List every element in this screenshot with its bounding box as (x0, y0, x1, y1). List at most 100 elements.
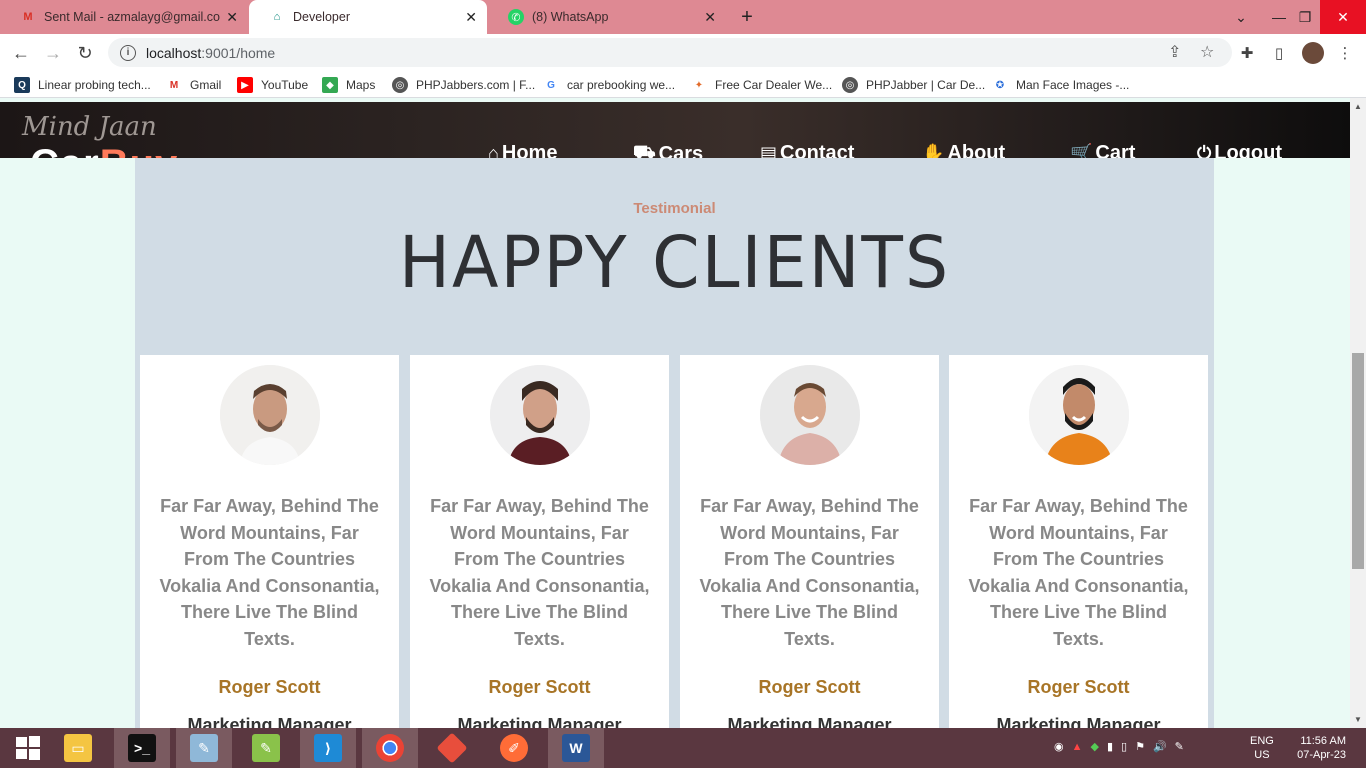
dell-icon[interactable]: ◉ (1054, 740, 1064, 753)
nav-contact[interactable]: ▤ Contact (760, 142, 854, 158)
site-info-icon[interactable]: i (120, 44, 136, 61)
vscode-icon: ⟩ (314, 734, 342, 762)
close-window-button[interactable]: ✕ (1320, 0, 1366, 34)
client-name: Roger Scott (488, 677, 591, 697)
taskbar-notepad-plus[interactable]: ✎ (238, 728, 294, 768)
pen-icon[interactable]: ✎ (1175, 740, 1184, 753)
face-icon: ✪ (995, 79, 1005, 91)
flag-icon[interactable]: ⚑ (1135, 740, 1145, 753)
reload-button[interactable]: ↻ (72, 40, 98, 66)
bookmark-item[interactable]: ◆ Maps (322, 75, 375, 95)
close-tab-icon[interactable]: ✕ (465, 9, 477, 26)
client-role: Marketing Manager (996, 715, 1161, 728)
taskbar-clock[interactable]: 11:56 AM 07-Apr-23 (1290, 734, 1346, 762)
chrome-icon (376, 734, 404, 762)
antivirus-icon[interactable]: ▲ (1072, 741, 1083, 753)
site-header: Mind Jaan CarBuy ⌂Home ⛟Cars ▤Contact ✋A… (0, 102, 1350, 158)
testimonial-quote: Far Far Away, Behind The Word Mountains,… (429, 496, 650, 649)
testimonial-card: Far Far Away, Behind The Word Mountains,… (410, 355, 669, 728)
input-language[interactable]: ENG US (1250, 734, 1274, 762)
globe-icon: ◎ (392, 77, 408, 93)
close-tab-icon[interactable]: ✕ (704, 9, 716, 26)
taskbar-vscode[interactable]: ⟩ (300, 728, 356, 768)
testimonial-card: Far Far Away, Behind The Word Mountains,… (140, 355, 399, 728)
signature-logo: Mind Jaan (22, 112, 157, 142)
nav-cars[interactable]: ⛟ Cars (633, 142, 703, 158)
nav-cart[interactable]: 🛒 Cart (1070, 142, 1135, 158)
notepad-icon: ✎ (252, 734, 280, 762)
globe-icon: ◎ (842, 77, 858, 93)
new-tab-button[interactable]: + (730, 0, 764, 34)
volume-icon[interactable]: 🔊 (1153, 740, 1167, 753)
postman-icon: ✐ (500, 734, 528, 762)
url-host: localhost (146, 44, 202, 61)
tab-developer[interactable]: ⌂ Developer ✕ (249, 0, 487, 34)
tab-whatsapp[interactable]: ✆ (8) WhatsApp ✕ (488, 0, 726, 34)
handshake-icon: ✋ (922, 143, 945, 158)
windows-logo-icon (16, 736, 40, 760)
address-bar[interactable]: i localhost:9001/home (108, 38, 1232, 67)
car-dealer-icon: ✦ (694, 79, 704, 91)
bookmark-star-icon[interactable]: ☆ (1200, 42, 1214, 62)
bookmark-item[interactable]: ▶ YouTube (237, 75, 308, 95)
taskbar-notes[interactable]: ✎ (176, 728, 232, 768)
side-panel-icon[interactable]: ▯ (1268, 42, 1290, 64)
power-icon: ⏻ (1197, 143, 1212, 158)
nav-home[interactable]: ⌂ Home (488, 142, 557, 158)
tab-sent-mail[interactable]: M Sent Mail - azmalayg@gmail.com ✕ (0, 0, 248, 34)
bookmark-item[interactable]: ◎ PHPJabbers.com | F... (392, 75, 535, 95)
client-role: Marketing Manager (727, 715, 892, 728)
client-name: Roger Scott (218, 677, 321, 697)
page-scrollbar[interactable]: ▲ ▼ (1350, 98, 1366, 728)
taskbar-git[interactable] (424, 728, 480, 768)
browser-toolbar: ← → ↻ i localhost:9001/home ⇪ ☆ ✚ ▯ ⋮ (0, 34, 1366, 71)
taskbar-word[interactable]: W (548, 728, 604, 768)
client-name: Roger Scott (1027, 677, 1130, 697)
nav-about[interactable]: ✋ About (922, 142, 1005, 158)
testimonial-quote: Far Far Away, Behind The Word Mountains,… (159, 496, 380, 649)
section-heading: HAPPY CLIENTS (398, 222, 951, 305)
client-avatar (490, 365, 590, 465)
bookmark-item[interactable]: ◎ PHPJabber | Car De... (842, 75, 985, 95)
close-tab-icon[interactable]: ✕ (226, 9, 238, 26)
taskbar-chrome[interactable] (362, 728, 418, 768)
scroll-up-arrow-icon[interactable]: ▲ (1354, 102, 1362, 111)
battery-icon[interactable]: ▯ (1121, 740, 1127, 753)
taskbar-terminal[interactable]: >_ (114, 728, 170, 768)
url-path: :9001/home (201, 44, 276, 61)
cart-icon: 🛒 (1070, 143, 1093, 158)
gmail-icon: M (23, 11, 33, 23)
taskbar-postman[interactable]: ✐ (486, 728, 542, 768)
wifi-signal-icon[interactable]: ▮ (1107, 740, 1113, 753)
profile-avatar[interactable] (1302, 42, 1324, 64)
bookmark-item[interactable]: Q Linear probing tech... (14, 75, 151, 95)
system-tray: ◉ ▲ ◆ ▮ ▯ ⚑ 🔊 ✎ (1050, 740, 1188, 754)
bookmark-item[interactable]: ✪ Man Face Images -... (992, 75, 1130, 95)
client-role: Marketing Manager (457, 715, 622, 728)
maps-icon: ◆ (322, 77, 338, 93)
extensions-icon[interactable]: ✚ (1236, 42, 1258, 64)
taskbar-file-explorer[interactable]: ▭ (50, 728, 106, 768)
forward-button[interactable]: → (40, 40, 66, 66)
share-icon[interactable]: ⇪ (1168, 42, 1181, 62)
git-icon (436, 732, 468, 764)
bookmark-item[interactable]: ✦ Free Car Dealer We... (691, 75, 832, 95)
folder-icon: ▭ (64, 734, 92, 762)
menu-kebab-icon[interactable]: ⋮ (1334, 42, 1356, 64)
brand-logo[interactable]: CarBuy (30, 142, 178, 158)
bookmark-item[interactable]: M Gmail (166, 75, 222, 95)
terminal-icon: >_ (128, 734, 156, 762)
windows-taskbar: ▭ >_ ✎ ✎ ⟩ ✐ W ◉ ▲ ◆ ▮ ▯ ⚑ 🔊 ✎ ENG US 11… (0, 728, 1366, 768)
network-app-icon[interactable]: ◆ (1091, 740, 1099, 753)
scroll-down-arrow-icon[interactable]: ▼ (1354, 715, 1362, 724)
start-button[interactable] (0, 728, 56, 768)
client-avatar (1029, 365, 1129, 465)
testimonial-card: Far Far Away, Behind The Word Mountains,… (680, 355, 939, 728)
scrollbar-thumb[interactable] (1352, 353, 1364, 569)
bookmark-item[interactable]: Gcar prebooking we... (543, 75, 675, 95)
back-button[interactable]: ← (8, 40, 34, 66)
nav-logout[interactable]: ⏻ Logout (1197, 142, 1282, 158)
client-avatar (760, 365, 860, 465)
client-avatar (220, 365, 320, 465)
browser-tab-strip: M Sent Mail - azmalayg@gmail.com ✕ ⌂ Dev… (0, 0, 1366, 34)
